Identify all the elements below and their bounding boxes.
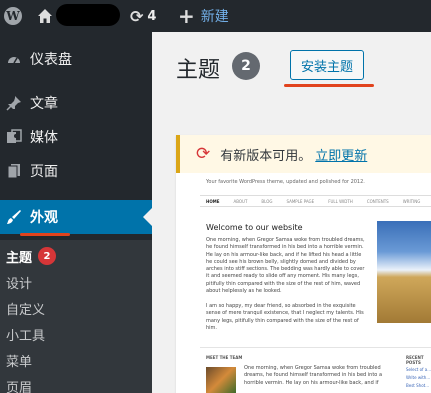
submenu-item-label: 主题 xyxy=(6,250,33,266)
themes-update-badge: 2 xyxy=(38,247,57,265)
preview-nav-item: FULL WIDTH xyxy=(328,198,353,204)
preview-nav-item: HOME xyxy=(206,198,220,204)
wordpress-logo-icon[interactable]: W xyxy=(0,0,26,32)
sidebar-item-appearance[interactable]: 外观 xyxy=(0,200,152,234)
submenu-item-label: 菜单 xyxy=(6,354,33,370)
theme-screenshot: Your favorite WordPress theme, updated a… xyxy=(182,175,431,393)
preview-tagline: Your favorite WordPress theme, updated a… xyxy=(206,179,365,185)
install-theme-button[interactable]: 安装主题 xyxy=(290,50,364,80)
update-refresh-icon: ⟳ xyxy=(196,144,211,164)
preview-list-item: Write with... xyxy=(406,375,431,380)
active-menu-arrow xyxy=(143,208,152,226)
wp-logo-mark: W xyxy=(4,7,22,25)
preview-nav-item: BLOG xyxy=(261,198,273,204)
preview-landscape-image xyxy=(377,221,431,323)
updates-button[interactable]: ⟳ 4 xyxy=(130,0,156,32)
preview-meet-team: MEET THE TEAM xyxy=(206,355,243,360)
dashboard-icon xyxy=(0,51,28,67)
home-icon[interactable] xyxy=(36,0,54,32)
brush-icon xyxy=(0,209,28,225)
sidebar-item-label: 外观 xyxy=(30,210,58,226)
preview-nav-item: CONTENTS xyxy=(366,198,389,204)
updates-count: 4 xyxy=(147,8,157,24)
annotation-underline xyxy=(284,84,374,87)
submenu-item-design[interactable]: 设计 xyxy=(6,270,32,294)
sidebar-item-label: 仪表盘 xyxy=(30,52,72,68)
submenu-item-label: 自定义 xyxy=(6,302,46,318)
annotation-underline xyxy=(20,233,70,236)
refresh-icon: ⟳ xyxy=(130,6,144,26)
preview-divider xyxy=(200,347,431,348)
submenu-item-customize[interactable]: 自定义 xyxy=(6,296,45,320)
submenu-item-menus[interactable]: 菜单 xyxy=(6,348,32,372)
appearance-submenu: 主题 2 设计 自定义 小工具 菜单 页眉 xyxy=(0,240,152,393)
submenu-item-widgets[interactable]: 小工具 xyxy=(6,322,45,346)
preview-paragraph: One morning, when Gregor Samsa woke from… xyxy=(244,365,383,386)
sidebar-item-pages[interactable]: 页面 xyxy=(0,154,152,188)
new-content-label: 新建 xyxy=(200,9,229,25)
main-content: 主题 2 安装主题 ⟳ 有新版本可用。 立即更新 Your favorite W… xyxy=(152,32,431,393)
sidebar-item-dashboard[interactable]: 仪表盘 xyxy=(0,42,152,76)
preview-heading: Welcome to our website xyxy=(206,223,303,232)
sidebar-item-label: 媒体 xyxy=(30,130,58,146)
preview-nav-item: WRITING xyxy=(402,198,421,204)
plus-icon: + xyxy=(178,4,195,28)
submenu-item-label: 小工具 xyxy=(6,328,46,344)
preview-paragraph: One morning, when Gregor Samsa woke from… xyxy=(206,237,365,294)
update-notice: ⟳ 有新版本可用。 立即更新 xyxy=(176,135,431,173)
preview-nav: HOME ABOUT BLOG SAMPLE PAGE FULL WIDTH C… xyxy=(200,195,431,207)
update-notice-text: 有新版本可用。 xyxy=(220,148,312,164)
sidebar-item-media[interactable]: 媒体 xyxy=(0,120,152,154)
sidebar-item-label: 页面 xyxy=(30,164,58,180)
preview-paragraph: I am so happy, my dear friend, so absorb… xyxy=(206,303,364,331)
admin-bar: W ⟳ 4 + 新建 xyxy=(0,0,431,32)
theme-card[interactable]: ⟳ 有新版本可用。 立即更新 Your favorite WordPress t… xyxy=(176,135,431,393)
page-title: 主题 xyxy=(176,58,221,83)
sidebar-item-posts[interactable]: 文章 xyxy=(0,86,152,120)
preview-list-item: Select of a... xyxy=(406,367,431,372)
submenu-item-themes[interactable]: 主题 2 xyxy=(6,244,57,268)
submenu-item-label: 设计 xyxy=(6,276,33,292)
preview-list-item: Best Shot... xyxy=(406,383,430,388)
redacted-site-name xyxy=(56,4,120,26)
admin-sidebar: 仪表盘 文章 媒体 页面 外观 主题 2 设计 自定义 小工具 菜单 页眉 xyxy=(0,32,152,393)
preview-recent-posts: RECENT POSTS xyxy=(406,355,424,365)
preview-nav-item: SAMPLE PAGE xyxy=(286,198,315,204)
submenu-item-label: 页眉 xyxy=(6,380,33,393)
new-content-button[interactable]: + 新建 xyxy=(178,0,229,32)
update-now-link[interactable]: 立即更新 xyxy=(315,145,367,164)
submenu-item-header[interactable]: 页眉 xyxy=(6,374,32,393)
pin-icon xyxy=(0,95,28,111)
page-icon xyxy=(0,163,28,179)
preview-team-photo xyxy=(206,367,236,393)
sidebar-item-label: 文章 xyxy=(30,96,58,112)
theme-count-badge: 2 xyxy=(232,52,260,80)
media-icon xyxy=(0,129,28,145)
preview-nav-item: ABOUT xyxy=(233,198,248,204)
